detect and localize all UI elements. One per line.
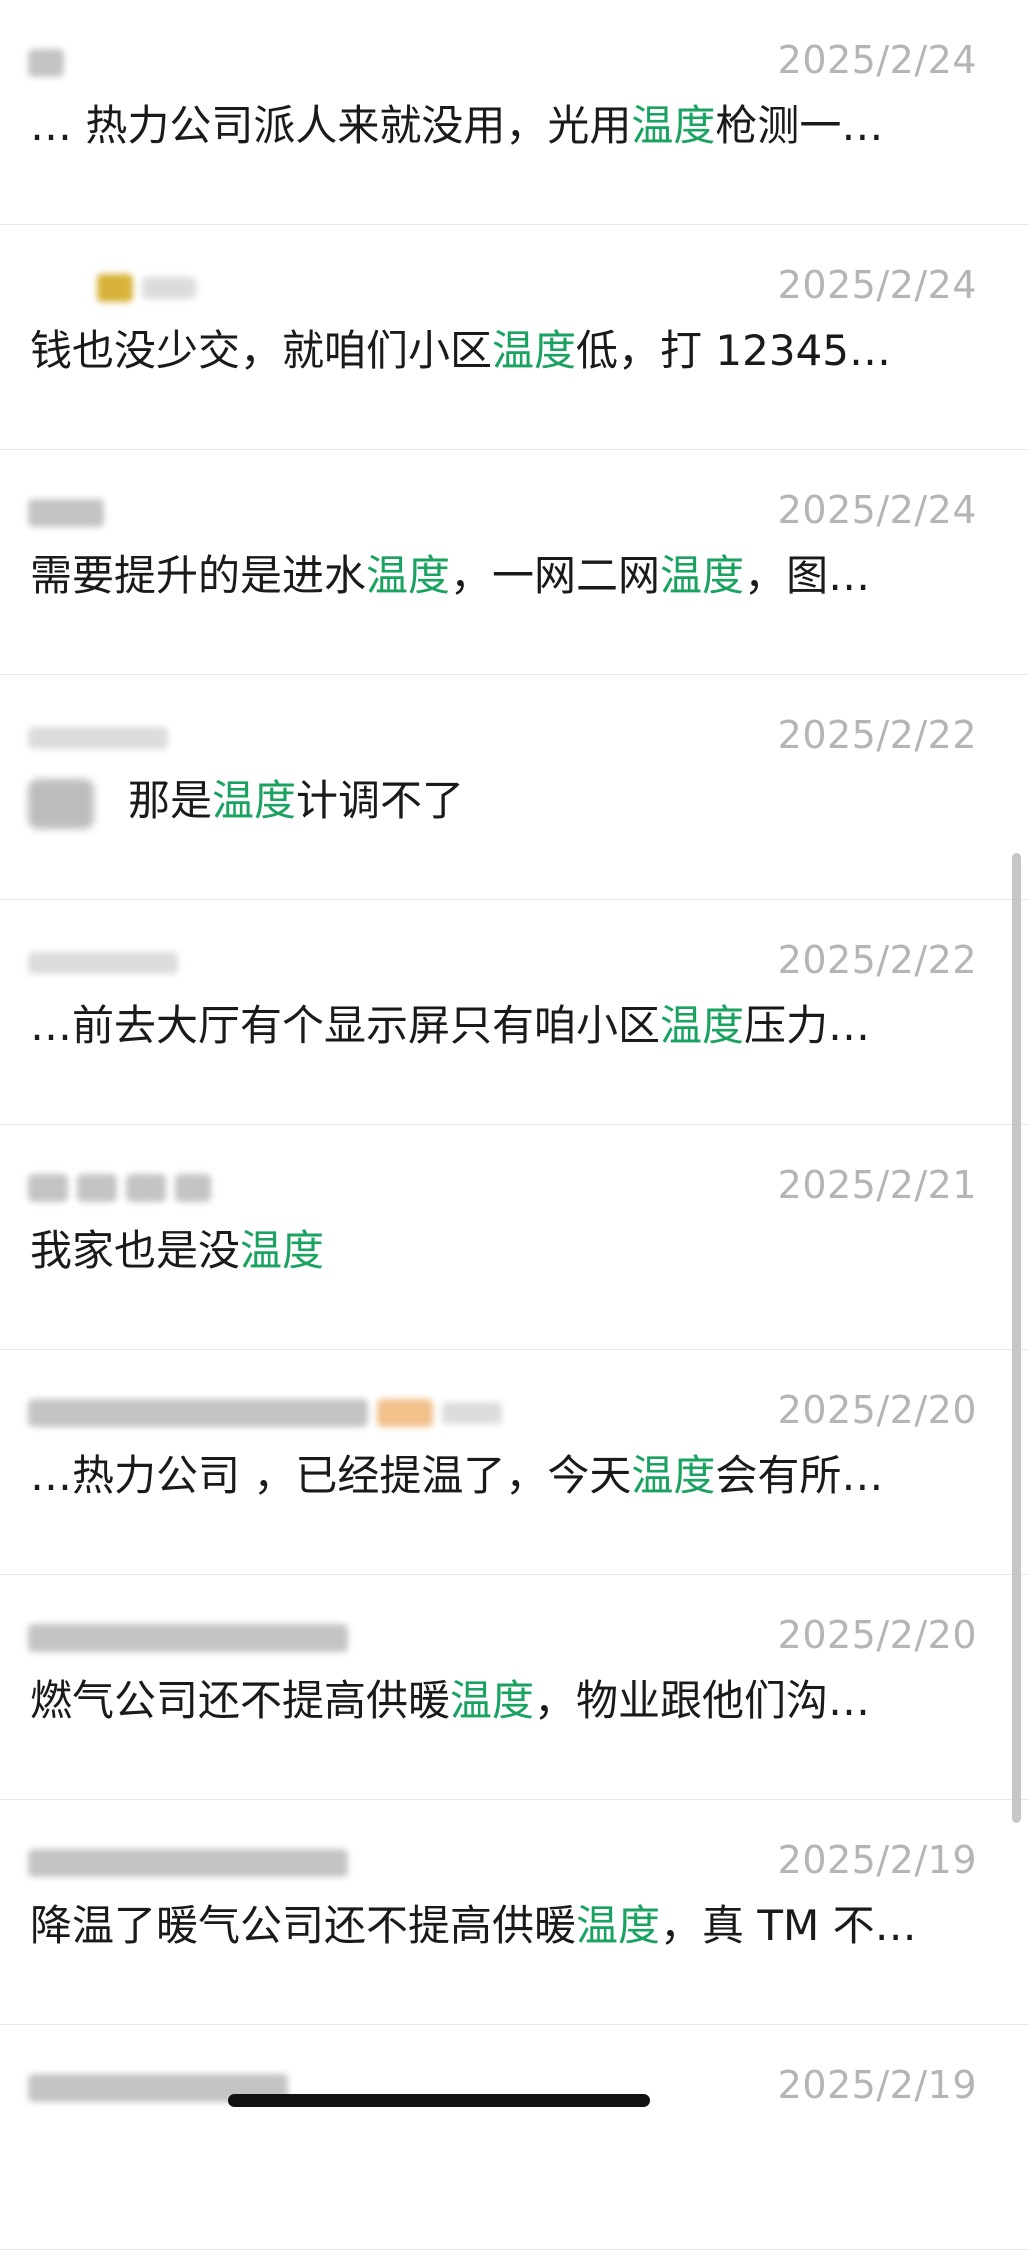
result-date: 2025/2/19	[777, 2063, 977, 2107]
snippet-text: 计调不了	[296, 776, 465, 825]
keyword-highlight: 温度	[660, 551, 745, 600]
result-date: 2025/2/22	[777, 938, 977, 982]
snippet-text: 低，打 12345…	[576, 326, 891, 375]
blurred-text-block	[28, 499, 104, 527]
snippet-text: 需要提升的是进水	[30, 551, 367, 600]
sender-name-blurred	[28, 273, 196, 303]
keyword-highlight: 温度	[240, 1226, 325, 1275]
snippet-text: 枪测一…	[715, 101, 884, 150]
keyword-highlight: 温度	[492, 326, 577, 375]
result-date: 2025/2/19	[777, 1838, 977, 1882]
avatar	[28, 779, 94, 829]
snippet-text: …前去大厅有个显示屏只有咱小区	[30, 1001, 661, 1050]
result-date: 2025/2/24	[777, 263, 977, 307]
snippet-text: … 热力公司派人来就没用，光用	[30, 101, 632, 150]
result-date: 2025/2/22	[777, 713, 977, 757]
message-snippet: 钱也没少交，就咱们小区温度低，打 12345…	[30, 323, 953, 379]
search-result-item[interactable]: 2025/2/19	[0, 2025, 1029, 2250]
sender-name-blurred	[28, 1398, 502, 1428]
sender-name-blurred	[28, 723, 168, 753]
search-result-item[interactable]: 2025/2/21 我家也是没温度	[0, 1125, 1029, 1350]
snippet-text: ，图…	[744, 551, 871, 600]
message-snippet: …前去大厅有个显示屏只有咱小区温度压力…	[30, 998, 953, 1054]
snippet-text: 降温了暖气公司还不提高供暖	[30, 1901, 577, 1950]
message-snippet: …热力公司 ，已经提温了，今天温度会有所…	[30, 1448, 953, 1504]
search-result-item[interactable]: 2025/2/20 …热力公司 ，已经提温了，今天温度会有所…	[0, 1350, 1029, 1575]
blurred-text-block	[28, 1624, 348, 1652]
blurred-text-block	[28, 727, 168, 749]
sender-name-blurred	[28, 498, 104, 528]
blurred-text-block	[77, 1174, 117, 1202]
result-date: 2025/2/24	[777, 38, 977, 82]
result-date: 2025/2/20	[777, 1388, 977, 1432]
blurred-text-block	[175, 1174, 211, 1202]
scrollbar[interactable]	[1012, 853, 1021, 1823]
message-snippet: 需要提升的是进水温度，一网二网温度，图…	[30, 548, 953, 604]
message-snippet: … 热力公司派人来就没用，光用温度枪测一…	[30, 98, 953, 154]
snippet-text: 我家也是没	[30, 1226, 241, 1275]
sender-name-blurred	[28, 948, 178, 978]
keyword-highlight: 温度	[631, 101, 716, 150]
search-result-item[interactable]: 2025/2/20 燃气公司还不提高供暖温度，物业跟他们沟…	[0, 1575, 1029, 1800]
result-date: 2025/2/20	[777, 1613, 977, 1657]
blurred-text-block	[97, 274, 133, 302]
sender-name-blurred	[28, 1848, 348, 1878]
result-date: 2025/2/24	[777, 488, 977, 532]
home-indicator[interactable]	[228, 2094, 650, 2107]
message-snippet: 降温了暖气公司还不提高供暖温度，真 TM 不…	[30, 1898, 953, 1954]
sender-name-blurred	[28, 1623, 348, 1653]
keyword-highlight: 温度	[450, 1676, 535, 1725]
search-result-item[interactable]: 2025/2/19 降温了暖气公司还不提高供暖温度，真 TM 不…	[0, 1800, 1029, 2025]
search-results-screen: { "highlight_color": "#1aa260", "results…	[0, 0, 1029, 2250]
search-result-item[interactable]: 2025/2/24 … 热力公司派人来就没用，光用温度枪测一…	[0, 0, 1029, 225]
snippet-text: ，一网二网	[450, 551, 661, 600]
message-snippet: 我家也是没温度	[30, 1223, 953, 1279]
message-snippet: 那是温度计调不了	[128, 773, 953, 829]
sender-name-blurred	[28, 1173, 211, 1203]
snippet-text: 燃气公司还不提高供暖	[30, 1676, 451, 1725]
results-list: 2025/2/24… 热力公司派人来就没用，光用温度枪测一… 2025/2/24 钱…	[0, 0, 1029, 2250]
keyword-highlight: 温度	[660, 1001, 745, 1050]
blurred-text-block	[28, 952, 178, 974]
snippet-text: 钱也没少交，就咱们小区	[30, 326, 493, 375]
snippet-text: ，真 TM 不…	[660, 1901, 917, 1950]
blurred-text-block	[142, 277, 196, 299]
keyword-highlight: 温度	[576, 1901, 661, 1950]
search-result-item[interactable]: 2025/2/24 需要提升的是进水温度，一网二网温度，图…	[0, 450, 1029, 675]
search-result-item[interactable]: 2025/2/22 那是温度计调不了	[0, 675, 1029, 900]
blurred-text-block	[28, 1174, 68, 1202]
blurred-text-block	[28, 1849, 348, 1877]
snippet-text: …热力公司 ，已经提温了，今天	[30, 1451, 632, 1500]
snippet-text: 那是	[128, 776, 213, 825]
sender-name-blurred	[28, 48, 64, 78]
message-snippet: 燃气公司还不提高供暖温度，物业跟他们沟…	[30, 1673, 953, 1729]
blurred-text-block	[442, 1402, 502, 1424]
keyword-highlight: 温度	[631, 1451, 716, 1500]
blurred-text-block	[28, 49, 64, 77]
blurred-text-block	[377, 1399, 433, 1427]
blurred-text-block	[28, 1399, 368, 1427]
keyword-highlight: 温度	[366, 551, 451, 600]
snippet-text: ，物业跟他们沟…	[534, 1676, 871, 1725]
blurred-text-block	[126, 1174, 166, 1202]
snippet-text: 压力…	[744, 1001, 871, 1050]
search-result-item[interactable]: 2025/2/22 …前去大厅有个显示屏只有咱小区温度压力…	[0, 900, 1029, 1125]
snippet-text: 会有所…	[715, 1451, 884, 1500]
search-result-item[interactable]: 2025/2/24 钱也没少交，就咱们小区温度低，打 12345…	[0, 225, 1029, 450]
keyword-highlight: 温度	[212, 776, 297, 825]
result-date: 2025/2/21	[777, 1163, 977, 1207]
